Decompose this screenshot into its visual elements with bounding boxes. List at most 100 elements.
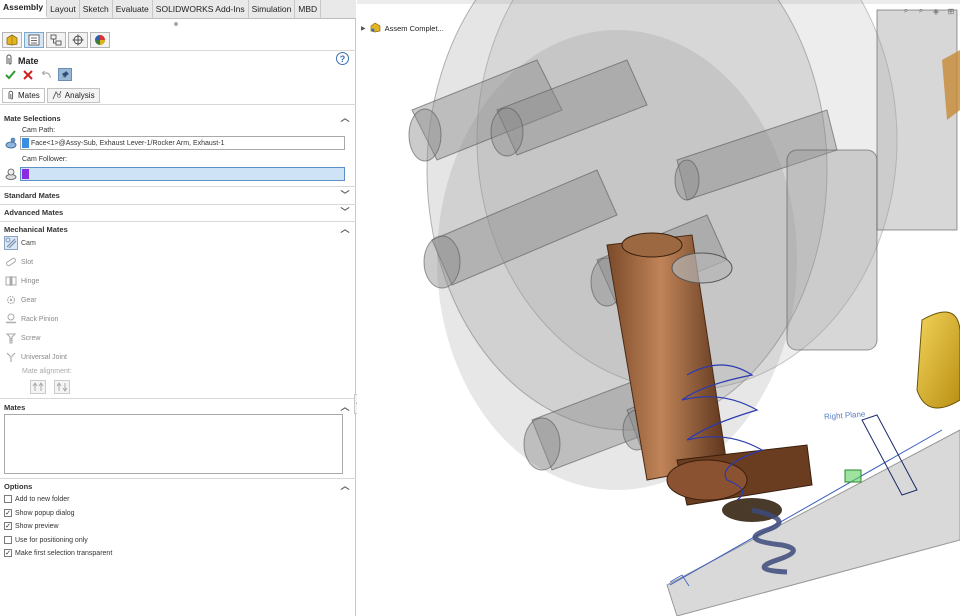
option-show-preview[interactable]: ✓ Show preview (4, 520, 59, 532)
tab-analysis-label: Analysis (64, 91, 95, 100)
propertymanager-icon[interactable] (24, 32, 44, 48)
option-add-to-new-folder[interactable]: Add to new folder (4, 493, 69, 505)
assembly-model-render[interactable] (357, 0, 960, 616)
cam-follower-field[interactable] (20, 167, 345, 181)
pm-title: Mate (4, 54, 39, 68)
mate-type-slot-label: Slot (21, 258, 34, 266)
section-mates-title: Mates (4, 402, 26, 412)
paperclip-icon (7, 90, 15, 102)
mate-type-cam[interactable]: Cam (4, 235, 36, 251)
cam-follower-icon (4, 167, 18, 181)
anti-aligned-button[interactable] (54, 380, 70, 394)
command-manager-tabs: Assembly Layout Sketch Evaluate SOLIDWOR… (0, 0, 356, 19)
configuration-manager-icon[interactable] (46, 32, 66, 48)
pm-subtabs: Mates Analysis (2, 88, 100, 103)
mates-list-box[interactable] (4, 414, 343, 474)
undo-icon[interactable] (40, 69, 52, 81)
section-options[interactable]: Options ︿ (0, 479, 356, 493)
checkbox-checked[interactable]: ✓ (4, 522, 12, 530)
cancel-x-icon[interactable] (22, 69, 34, 81)
tab-simulation[interactable]: Simulation (249, 0, 296, 18)
mate-type-rack-pinion[interactable]: Rack Pinion (4, 311, 58, 327)
collapse-chevron-icon[interactable]: ︿ (340, 480, 350, 491)
tab-sketch[interactable]: Sketch (80, 0, 113, 18)
section-standard-mates[interactable]: Standard Mates ﹀ (0, 188, 356, 202)
tab-mbd[interactable]: MBD (295, 0, 322, 18)
mate-type-screw-label: Screw (21, 334, 41, 342)
screw-icon (4, 331, 18, 345)
mate-type-hinge-label: Hinge (21, 277, 40, 285)
mate-type-rack-pinion-label: Rack Pinion (21, 315, 59, 323)
option-label: Show preview (15, 522, 59, 530)
section-advanced-mates-title: Advanced Mates (4, 207, 64, 217)
option-label: Use for positioning only (15, 536, 88, 544)
checkbox-unchecked[interactable] (4, 536, 12, 544)
collapse-chevron-icon[interactable]: ︿ (340, 401, 350, 412)
pushpin-icon[interactable] (58, 68, 72, 81)
mate-type-gear[interactable]: Gear (4, 292, 37, 308)
tab-mates-label: Mates (18, 91, 40, 100)
section-mate-selections-title: Mate Selections (4, 113, 61, 123)
option-label: Make first selection transparent (15, 549, 113, 557)
mate-type-cam-label: Cam (21, 239, 36, 247)
option-label: Add to new folder (15, 495, 70, 503)
aligned-button[interactable] (30, 380, 46, 394)
tab-evaluate[interactable]: Evaluate (113, 0, 153, 18)
featuremanager-tabs (2, 32, 110, 48)
mate-type-universal-joint-label: Universal Joint (21, 353, 67, 361)
pm-actions (4, 68, 72, 81)
graphics-area[interactable]: ▶ Assem Complet... ⌕ ⌕ ◈ ⊞ Right Plane (357, 0, 960, 616)
option-make-first-selection-transparent[interactable]: ✓ Make first selection transparent (4, 547, 112, 559)
tab-layout[interactable]: Layout (47, 0, 80, 18)
expand-chevron-icon[interactable]: ﹀ (340, 189, 350, 200)
section-mechanical-mates-title: Mechanical Mates (4, 224, 68, 234)
help-icon[interactable]: ? (336, 52, 349, 65)
tab-mates[interactable]: Mates (2, 88, 45, 103)
expand-chevron-icon[interactable]: ﹀ (340, 206, 350, 217)
section-options-title: Options (4, 481, 33, 491)
dimxpert-manager-icon[interactable] (68, 32, 88, 48)
option-show-popup-dialog[interactable]: ✓ Show popup dialog (4, 507, 75, 519)
property-manager-panel: Mate ? Mates Analysis Mate Selections ︿ … (0, 19, 356, 616)
gear-icon (4, 293, 18, 307)
collapse-chevron-icon[interactable]: ︿ (340, 223, 350, 234)
rack-pinion-icon (4, 312, 18, 326)
cam-path-value: Face<1>@Assy-Sub, Exhaust Lever-1/Rocker… (31, 139, 225, 147)
tab-assembly[interactable]: Assembly (0, 0, 48, 18)
mate-type-screw[interactable]: Screw (4, 330, 40, 346)
ok-checkmark-icon[interactable] (4, 69, 16, 81)
cam-follower-label: Cam Follower: (22, 156, 68, 163)
cam-path-label: Cam Path: (22, 127, 56, 134)
universal-joint-icon (4, 350, 18, 364)
mate-type-slot[interactable]: Slot (4, 254, 33, 270)
cam-path-icon (4, 136, 18, 150)
cam-path-field[interactable]: Face<1>@Assy-Sub, Exhaust Lever-1/Rocker… (20, 136, 345, 150)
checkbox-checked[interactable]: ✓ (4, 549, 12, 557)
section-mates[interactable]: Mates ︿ (0, 400, 356, 414)
featuremanager-tree-icon[interactable] (2, 32, 22, 48)
mate-alignment-label: Mate alignment: (22, 368, 72, 375)
section-standard-mates-title: Standard Mates (4, 190, 60, 200)
cam-icon (4, 236, 18, 250)
cam-follower-color-swatch (22, 169, 29, 179)
option-use-for-positioning-only[interactable]: Use for positioning only (4, 534, 88, 546)
checkbox-unchecked[interactable] (4, 495, 12, 503)
option-label: Show popup dialog (15, 509, 75, 517)
hinge-icon (4, 274, 18, 288)
analysis-icon (52, 90, 62, 102)
mate-type-hinge[interactable]: Hinge (4, 273, 39, 289)
splitter-dot[interactable] (174, 22, 178, 26)
display-manager-icon[interactable] (90, 32, 110, 48)
collapse-chevron-icon[interactable]: ︿ (340, 112, 350, 123)
section-mate-selections[interactable]: Mate Selections ︿ (0, 111, 356, 125)
slot-icon (4, 255, 18, 269)
mate-type-universal-joint[interactable]: Universal Joint (4, 349, 67, 365)
tab-solidworks-addins[interactable]: SOLIDWORKS Add-Ins (153, 0, 249, 18)
mate-alignment-buttons (30, 380, 70, 394)
section-advanced-mates[interactable]: Advanced Mates ﹀ (0, 205, 356, 219)
section-mechanical-mates[interactable]: Mechanical Mates ︿ (0, 222, 356, 236)
cam-path-color-swatch (22, 138, 29, 148)
tab-analysis[interactable]: Analysis (46, 88, 100, 103)
checkbox-checked[interactable]: ✓ (4, 509, 12, 517)
pm-title-text: Mate (18, 56, 39, 66)
